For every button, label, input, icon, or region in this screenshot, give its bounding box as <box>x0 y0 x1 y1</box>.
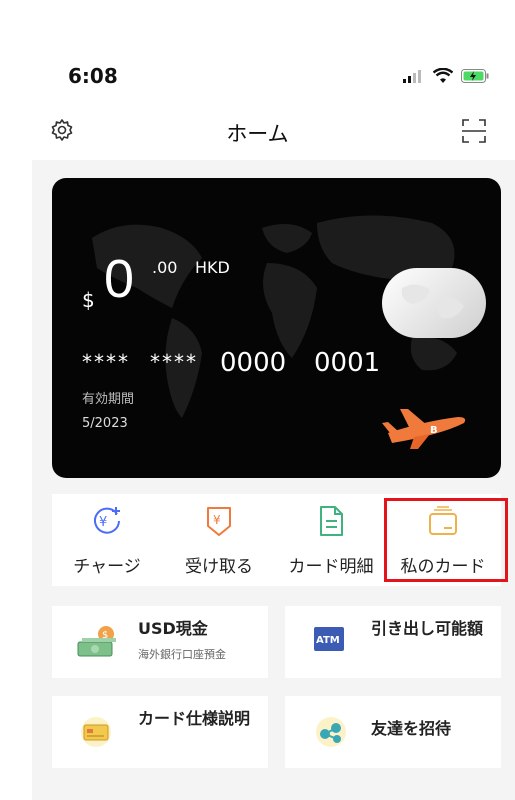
card-spec-title: カード仕様説明 <box>138 709 251 728</box>
invite-friends-title: 友達を招待 <box>371 719 452 738</box>
cellular-signal-icon <box>403 70 421 83</box>
wifi-icon <box>433 68 453 83</box>
scan-icon[interactable] <box>461 118 487 144</box>
svg-text:¥: ¥ <box>213 513 221 527</box>
svg-text:¥: ¥ <box>99 515 107 530</box>
statement-document-icon <box>320 506 343 536</box>
usd-cash-subtitle: 海外銀行口座預金 <box>138 648 226 661</box>
balance-integer: 0 <box>104 249 135 309</box>
statement-label: カード明細 <box>288 557 374 577</box>
page-title: ホーム <box>226 122 289 146</box>
charge-label: チャージ <box>73 557 141 577</box>
svg-text:B: B <box>430 425 438 436</box>
statement-action[interactable]: カード明細 <box>276 494 386 586</box>
airplane-logo-icon: B <box>382 409 466 449</box>
currency-symbol: $ <box>82 288 95 312</box>
card-spec-tile[interactable]: カード仕様説明 <box>52 696 268 768</box>
card-number-masked-2: **** <box>150 350 198 374</box>
status-time: 6:08 <box>68 64 118 88</box>
navigation-bar: ホーム <box>0 112 515 152</box>
invite-friends-tile[interactable]: 友達を招待 <box>285 696 501 768</box>
charge-yen-icon: ¥ <box>94 507 120 534</box>
receive-yen-icon: ¥ <box>207 507 231 536</box>
receive-label: 受け取る <box>185 557 253 577</box>
svg-text:ATM: ATM <box>316 635 340 646</box>
card-number-group-3: 0000 <box>220 348 287 378</box>
atm-icon: ATM <box>314 627 344 651</box>
withdrawable-amount-title: 引き出し可能額 <box>371 619 484 638</box>
expiry-label: 有効期間 <box>82 392 135 407</box>
receive-action[interactable]: ¥ 受け取る <box>164 494 274 586</box>
card-number-masked-1: **** <box>82 350 130 374</box>
invite-friends-icon <box>316 717 346 747</box>
charge-action[interactable]: ¥ チャージ <box>52 494 162 586</box>
withdrawable-amount-tile[interactable]: ATM 引き出し可能額 <box>285 606 501 678</box>
card-info-icon <box>81 717 111 747</box>
battery-charging-icon <box>461 69 489 83</box>
usd-cash-tile[interactable]: $ USD現金 海外銀行口座預金 <box>52 606 268 678</box>
expiry-value: 5/2023 <box>82 416 128 431</box>
balance-card[interactable]: $ 0 .00 HKD **** **** 0000 0001 有効期間 5/2… <box>52 178 501 478</box>
highlight-box <box>384 498 508 582</box>
status-bar: 6:08 <box>0 60 515 92</box>
balance-decimal: .00 <box>152 258 178 277</box>
usd-cash-title: USD現金 <box>138 619 208 638</box>
card-number-group-4: 0001 <box>314 348 381 378</box>
cash-bills-icon: $ <box>77 626 116 657</box>
balance-currency: HKD <box>195 258 230 277</box>
globe-icon <box>382 268 486 338</box>
